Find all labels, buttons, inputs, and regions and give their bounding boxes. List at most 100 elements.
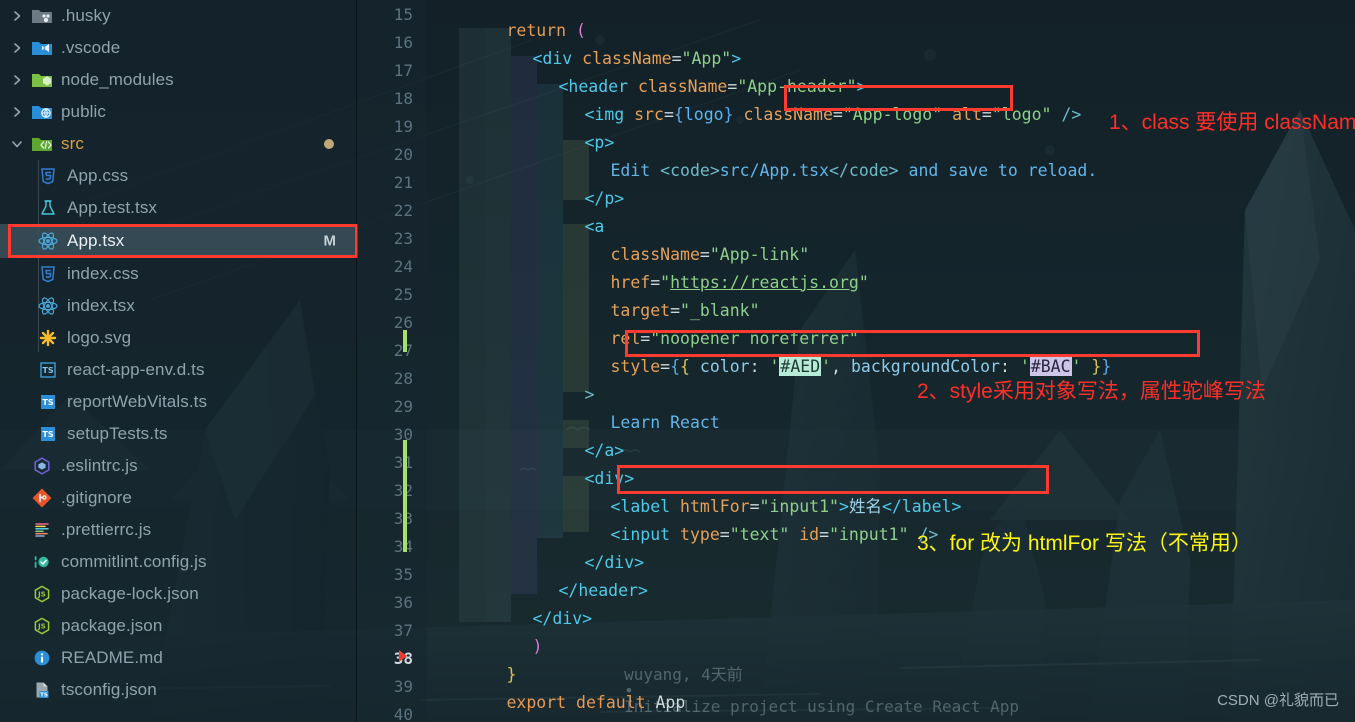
sidebar-item-label: logo.svg xyxy=(67,327,132,347)
token-property: backgroundColor xyxy=(850,356,1000,376)
token-brace: { xyxy=(673,104,684,124)
sidebar-item-package-lock-json[interactable]: JS package-lock.json xyxy=(0,578,356,610)
sidebar-item-index-tsx[interactable]: index.tsx xyxy=(0,290,356,322)
git-icon xyxy=(28,488,56,508)
token-brace: } xyxy=(1081,356,1102,376)
sidebar-item-label: package.json xyxy=(61,615,163,635)
token-operator: = xyxy=(719,524,730,544)
line-number: 26 xyxy=(393,313,413,332)
chevron-right-icon[interactable] xyxy=(6,42,28,54)
sidebar-item-src[interactable]: src xyxy=(0,128,356,160)
code-editor[interactable]: 15 16 17 18 19 20 21 22 23 24 25 26 27 2… xyxy=(357,0,1355,722)
sidebar-item-vscode[interactable]: .vscode xyxy=(0,32,356,64)
sidebar-item-label: reportWebVitals.ts xyxy=(67,391,208,411)
token-selfclose: /> xyxy=(1051,104,1082,124)
svg-text:TS: TS xyxy=(42,398,53,407)
sidebar-item-gitignore[interactable]: .gitignore xyxy=(0,482,356,514)
line-number: 29 xyxy=(393,397,413,416)
sidebar-item-tsconfig-json[interactable]: TS tsconfig.json xyxy=(0,674,356,706)
sidebar-item-app-test-tsx[interactable]: App.test.tsx xyxy=(0,192,356,224)
line-number: 25 xyxy=(393,285,413,304)
blame-when: 4天前 xyxy=(701,665,743,684)
sidebar-item-label: react-app-env.d.ts xyxy=(67,359,205,379)
token-string: "App-logo" xyxy=(842,104,943,124)
line-number: 20 xyxy=(393,145,413,164)
chevron-right-icon[interactable] xyxy=(6,10,28,22)
react-icon xyxy=(34,230,62,252)
editor-gutter: 15 16 17 18 19 20 21 22 23 24 25 26 27 2… xyxy=(357,0,427,722)
line-number: 37 xyxy=(393,621,413,640)
sidebar-item-label: App.tsx xyxy=(67,231,125,250)
line-number: 19 xyxy=(393,117,413,136)
ts-icon: TS xyxy=(34,425,62,443)
ts-def-icon: TS xyxy=(34,361,62,379)
line-number: 22 xyxy=(393,201,413,220)
react-icon xyxy=(34,295,62,317)
token-brace: } xyxy=(1101,356,1112,376)
sidebar-item-setup-tests[interactable]: TS setupTests.ts xyxy=(0,418,356,450)
sidebar-item-index-css[interactable]: index.css xyxy=(0,258,356,290)
code-line-39[interactable]: export default App xyxy=(427,678,685,722)
token-operator: = xyxy=(819,524,830,544)
sidebar-item-label: setupTests.ts xyxy=(67,423,168,443)
line-number: 39 xyxy=(393,677,413,696)
token-operator: = xyxy=(981,104,992,124)
npm-json-icon: JS xyxy=(28,616,56,636)
line-number: 16 xyxy=(393,33,413,52)
token-string: "input1" xyxy=(829,524,909,544)
vscode-window: .husky .vscode node_modules public src A… xyxy=(0,0,1355,722)
sidebar-item-label: public xyxy=(61,101,107,121)
css-icon xyxy=(34,264,62,284)
line-number: 15 xyxy=(393,5,413,24)
token-brace: { xyxy=(680,356,690,376)
sidebar-item-husky[interactable]: .husky xyxy=(0,0,356,32)
token-identifier: logo xyxy=(683,104,724,124)
sidebar-item-react-app-env[interactable]: TS react-app-env.d.ts xyxy=(0,354,356,386)
git-change-marker xyxy=(403,330,407,352)
folder-public-icon xyxy=(28,103,56,121)
token-brace: } xyxy=(723,104,734,124)
folder-husky-icon xyxy=(28,7,56,25)
sidebar-item-label: commitlint.config.js xyxy=(61,551,207,571)
sidebar-item-label: index.css xyxy=(67,263,139,283)
sidebar-item-app-css[interactable]: App.css xyxy=(0,160,356,192)
sidebar-item-public[interactable]: public xyxy=(0,96,356,128)
sidebar-item-logo-svg[interactable]: logo.svg xyxy=(0,322,356,354)
error-marker-icon xyxy=(399,650,407,662)
folder-src-icon xyxy=(28,135,56,153)
sidebar-item-app-tsx[interactable]: App.tsx M xyxy=(0,224,356,258)
sidebar-item-node-modules[interactable]: node_modules xyxy=(0,64,356,96)
token-string: "logo" xyxy=(991,104,1052,124)
token-operator: : xyxy=(999,356,1020,376)
sidebar-item-report-web-vitals[interactable]: TS reportWebVitals.ts xyxy=(0,386,356,418)
sidebar-item-readme-md[interactable]: README.md xyxy=(0,642,356,674)
ts-icon: TS xyxy=(34,393,62,411)
annotation-2: 2、style采用对象写法，属性驼峰写法 xyxy=(917,380,1266,403)
commitlint-icon xyxy=(28,552,56,572)
sidebar-item-eslintrc[interactable]: .eslintrc.js xyxy=(0,450,356,482)
sidebar-item-label: .vscode xyxy=(61,37,121,57)
color-swatch-aed: #AED xyxy=(779,356,822,376)
sidebar-item-package-json[interactable]: JS package.json xyxy=(0,610,356,642)
sidebar-item-commitlint-config[interactable]: commitlint.config.js xyxy=(0,546,356,578)
token-string: ' xyxy=(1019,356,1030,376)
chevron-down-icon[interactable] xyxy=(6,138,28,150)
chevron-right-icon[interactable] xyxy=(6,106,28,118)
annotation-3: 3、for 改为 htmlFor 写法（不常用） xyxy=(917,532,1252,555)
sidebar-item-label: App.test.tsx xyxy=(67,197,158,217)
git-change-marker xyxy=(403,440,407,552)
chevron-right-icon[interactable] xyxy=(6,74,28,86)
token-text: src/App.tsx xyxy=(719,160,830,180)
token-tag: <code> xyxy=(660,160,720,180)
token-string: "text" xyxy=(729,524,790,544)
token-property: color xyxy=(689,356,750,376)
test-flask-icon xyxy=(34,198,62,218)
token-operator: : xyxy=(749,356,770,376)
line-number: 23 xyxy=(393,229,413,248)
line-number: 40 xyxy=(393,705,413,722)
file-explorer-sidebar[interactable]: .husky .vscode node_modules public src A… xyxy=(0,0,358,722)
token-attr: className xyxy=(733,104,833,124)
token-attr: src xyxy=(624,104,664,124)
token-text: Learn React xyxy=(610,412,720,432)
sidebar-item-prettierrc[interactable]: .prettierrc.js xyxy=(0,514,356,546)
